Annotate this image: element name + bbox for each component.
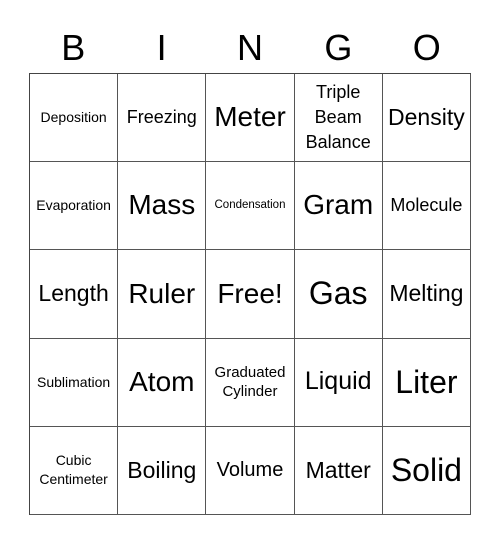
- bingo-cell[interactable]: Mass: [118, 162, 207, 251]
- free-space-cell[interactable]: Free!: [206, 250, 295, 339]
- bingo-cell[interactable]: Triple Beam Balance: [294, 74, 383, 163]
- header-letter-i: I: [156, 27, 167, 68]
- bingo-cell[interactable]: Melting: [382, 250, 471, 339]
- header-letter-b: B: [61, 27, 86, 68]
- header-letter-g: G: [324, 27, 353, 68]
- bingo-cell[interactable]: Molecule: [382, 162, 471, 251]
- bingo-cell[interactable]: Deposition: [30, 74, 119, 163]
- bingo-cell[interactable]: Solid: [382, 426, 471, 515]
- bingo-cell[interactable]: Meter: [206, 74, 295, 163]
- bingo-board: Deposition Freezing Meter Triple Beam Ba…: [29, 73, 471, 515]
- bingo-cell[interactable]: Length: [30, 250, 119, 339]
- bingo-cell[interactable]: Graduated Cylinder: [206, 338, 295, 427]
- bingo-cell[interactable]: Evaporation: [30, 162, 119, 251]
- bingo-cell[interactable]: Matter: [294, 426, 383, 515]
- bingo-cell[interactable]: Liquid: [294, 338, 383, 427]
- bingo-cell[interactable]: Freezing: [118, 74, 207, 163]
- header-letter-n: N: [236, 27, 263, 68]
- bingo-cell[interactable]: Liter: [382, 338, 471, 427]
- bingo-header: B I N G O: [29, 28, 471, 72]
- bingo-cell[interactable]: Volume: [206, 426, 295, 515]
- bingo-cell[interactable]: Gram: [294, 162, 383, 251]
- bingo-cell[interactable]: Gas: [294, 250, 383, 339]
- bingo-cell[interactable]: Atom: [118, 338, 207, 427]
- header-letter-o: O: [412, 27, 441, 68]
- bingo-cell[interactable]: Ruler: [118, 250, 207, 339]
- bingo-cell[interactable]: Condensation: [206, 162, 295, 251]
- bingo-cell[interactable]: Boiling: [118, 426, 207, 515]
- bingo-cell[interactable]: Cubic Centimeter: [30, 426, 119, 515]
- bingo-cell[interactable]: Sublimation: [30, 338, 119, 427]
- bingo-cell[interactable]: Density: [382, 74, 471, 163]
